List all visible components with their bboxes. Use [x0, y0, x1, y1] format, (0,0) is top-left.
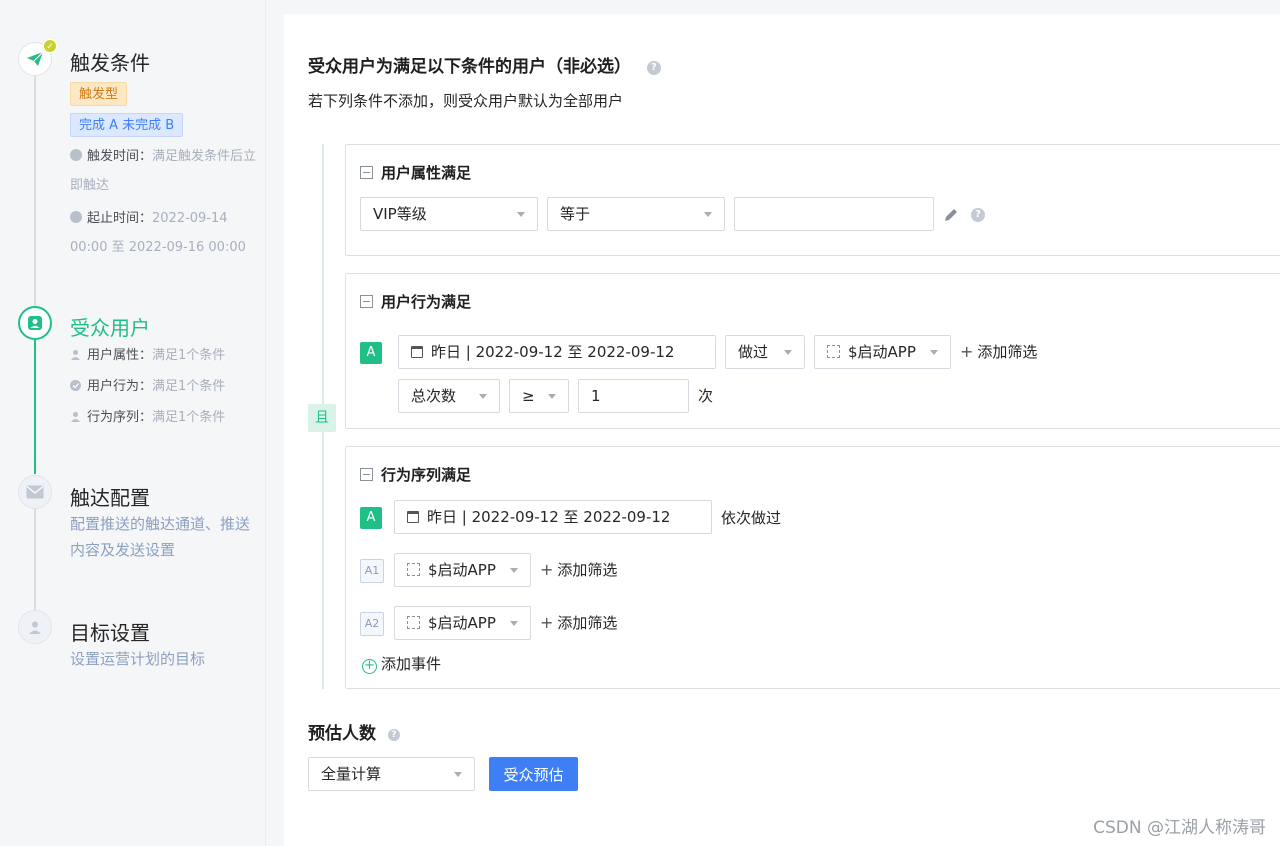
step-desc-reach: 配置推送的触达通道、推送内容及发送设置 [70, 515, 251, 559]
behavior-count-input[interactable]: 1 [578, 379, 689, 413]
page-title: 受众用户为满足以下条件的用户（非必选） ? [308, 52, 661, 77]
watermark: CSDN @江湖人称涛哥 [1093, 818, 1266, 838]
chevron-down-icon [517, 212, 525, 217]
user-attribute-card: 用户属性满足 VIP等级 等于 ? [345, 144, 1280, 256]
collapse-icon[interactable] [360, 295, 373, 308]
audience-panel: 受众用户为满足以下条件的用户（非必选） ? 若下列条件不添加，则受众用户默认为全… [284, 14, 1280, 846]
help-icon[interactable]: ? [646, 61, 661, 75]
calendar-icon [411, 346, 423, 358]
attribute-operator-select[interactable]: 等于 [547, 197, 725, 231]
plus-icon: + [540, 613, 554, 632]
chevron-down-icon [454, 772, 462, 777]
behavior-action-select[interactable]: 做过 [725, 335, 805, 369]
card-title: 行为序列满足 [360, 464, 471, 485]
sequence-label-badge: A [360, 507, 382, 529]
page-subtitle: 若下列条件不添加，则受众用户默认为全部用户 [308, 92, 624, 110]
paper-plane-icon [27, 51, 44, 66]
sequence-step-label: A1 [360, 559, 384, 583]
plus-icon: + [540, 560, 554, 579]
timeline-connector [34, 508, 36, 612]
add-event-button[interactable]: + 添加事件 [362, 653, 441, 674]
chevron-down-icon [548, 394, 556, 399]
trigger-rule-tag: 完成 A 未完成 B [70, 113, 184, 137]
mail-icon [26, 485, 44, 499]
sequence-step-event-select[interactable]: $启动APP [394, 606, 531, 640]
trigger-type-tag: 触发型 [70, 82, 128, 106]
audience-attr-row: 用户属性：满足1个条件 [70, 346, 225, 366]
event-icon [407, 616, 420, 629]
card-title: 用户属性满足 [360, 162, 471, 183]
chevron-down-icon [704, 212, 712, 217]
plus-icon: + [960, 342, 974, 361]
behavior-compare-select[interactable]: ≥ [509, 379, 569, 413]
help-icon[interactable]: ? [971, 208, 985, 222]
clock-icon [70, 211, 82, 223]
collapse-icon[interactable] [360, 166, 373, 179]
edit-pencil-icon[interactable] [943, 207, 959, 223]
attribute-value-input[interactable] [734, 197, 934, 231]
attribute-field-select[interactable]: VIP等级 [360, 197, 538, 231]
step-reach-circle[interactable] [18, 475, 52, 509]
collapse-icon[interactable] [360, 468, 373, 481]
event-icon [407, 563, 420, 576]
step-trigger-circle[interactable]: ✓ [18, 39, 57, 76]
audience-sequence-row: 行为序列：满足1个条件 [70, 408, 225, 428]
step-audience-circle[interactable] [18, 306, 52, 340]
behavior-sequence-card: 行为序列满足 A 昨日 | 2022-09-12 至 2022-09-12 依次… [345, 446, 1280, 689]
step-title-reach[interactable]: 触达配置 [70, 482, 150, 511]
sequence-step-label: A2 [360, 612, 384, 636]
step-title-audience[interactable]: 受众用户 [70, 312, 150, 341]
calendar-icon [407, 511, 419, 523]
user-icon [28, 316, 42, 330]
count-unit: 次 [698, 387, 714, 405]
step-title-goal[interactable]: 目标设置 [70, 617, 150, 646]
chevron-down-icon [510, 621, 518, 626]
behavior-event-select[interactable]: $启动APP [814, 335, 951, 369]
sequence-step-event-select[interactable]: $启动APP [394, 553, 531, 587]
target-user-icon [29, 621, 41, 634]
and-toggle[interactable]: 且 [308, 404, 336, 432]
add-filter-button[interactable]: + 添加筛选 [540, 613, 617, 633]
audience-estimate-button[interactable]: 受众预估 [489, 757, 578, 791]
timeline-connector-active [34, 340, 36, 474]
sequence-order-text: 依次做过 [721, 509, 782, 527]
person-icon [71, 350, 80, 360]
behavior-label-badge: A [360, 342, 382, 364]
add-filter-button[interactable]: + 添加筛选 [960, 342, 1037, 362]
check-icon: ✓ [43, 39, 57, 53]
steps-sidebar: ✓ 触发条件 触发型 完成 A 未完成 B 触发时间：满足触发条件后立即触达 起… [0, 0, 266, 846]
person-icon [71, 412, 80, 422]
behavior-date-picker[interactable]: 昨日 | 2022-09-12 至 2022-09-12 [398, 335, 716, 369]
plus-circle-icon: + [362, 659, 377, 674]
estimate-mode-select[interactable]: 全量计算 [308, 757, 475, 791]
range-time-row: 起止时间：2022-09-14 00:00 至 2022-09-16 00:00 [70, 211, 246, 255]
chevron-down-icon [784, 350, 792, 355]
trigger-time-row: 触发时间：满足触发条件后立即触达 [70, 149, 257, 193]
check-circle-icon [70, 380, 81, 391]
audience-behavior-row: 用户行为：满足1个条件 [70, 377, 225, 397]
event-icon [827, 345, 840, 358]
add-filter-button[interactable]: + 添加筛选 [540, 560, 617, 580]
step-desc-goal: 设置运营计划的目标 [70, 650, 206, 668]
behavior-metric-select[interactable]: 总次数 [398, 379, 500, 413]
clock-icon [70, 149, 82, 161]
help-icon[interactable]: ? [387, 729, 400, 741]
card-title: 用户行为满足 [360, 291, 471, 312]
timeline-connector [34, 74, 36, 306]
step-goal-circle[interactable] [18, 610, 52, 644]
chevron-down-icon [510, 568, 518, 573]
estimate-title: 预估人数 ? [308, 719, 400, 744]
sequence-date-picker[interactable]: 昨日 | 2022-09-12 至 2022-09-12 [394, 500, 712, 534]
chevron-down-icon [930, 350, 938, 355]
chevron-down-icon [479, 394, 487, 399]
user-behavior-card: 用户行为满足 A 昨日 | 2022-09-12 至 2022-09-12 做过… [345, 273, 1280, 429]
step-title-trigger[interactable]: 触发条件 [70, 47, 150, 76]
